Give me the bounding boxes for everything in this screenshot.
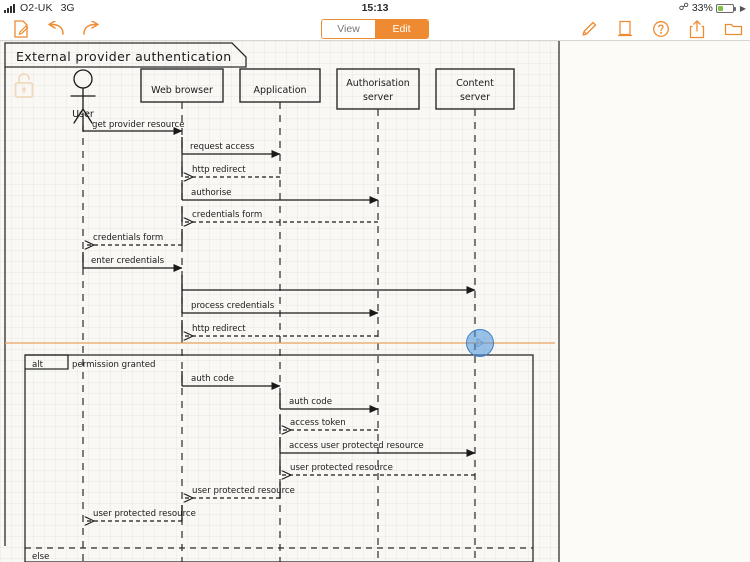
redo-icon[interactable] (80, 19, 102, 39)
editor-canvas-area[interactable]: External provider authentication User We… (0, 41, 750, 562)
message-label: enter credentials (91, 256, 165, 266)
message-label: access user protected resource (289, 441, 424, 451)
messages-group-alt: auth code auth code access token access … (85, 371, 476, 521)
page-title: External provider authentication (16, 49, 232, 64)
selection-drag-handle[interactable] (466, 329, 494, 357)
participant-label-authorisation-server-line1: Authorisation (346, 78, 410, 89)
tab-edit[interactable]: Edit (375, 20, 428, 38)
view-edit-mode-toggle[interactable]: View Edit (321, 19, 429, 39)
participant-label-content-server-line2: server (460, 92, 490, 103)
device-icon[interactable] (614, 19, 636, 39)
message-label: user protected resource (192, 486, 295, 496)
new-document-icon[interactable] (10, 19, 32, 39)
status-bar-right: ☍ 33% ▶ (679, 2, 746, 14)
participant-label-content-server-line1: Content (456, 78, 494, 89)
message-label: http redirect (192, 165, 246, 175)
message-arrow[interactable] (181, 275, 476, 294)
participant-box-content-server[interactable] (435, 68, 515, 110)
folder-icon[interactable] (722, 19, 744, 39)
battery-icon (715, 3, 736, 13)
message-label: user protected resource (93, 509, 196, 519)
charging-bolt-icon: ▶ (739, 3, 746, 13)
message-label: user protected resource (290, 463, 393, 473)
pencil-icon[interactable] (578, 19, 600, 39)
message-label: http redirect (192, 324, 246, 334)
participant-label-authorisation-server-line2: server (363, 92, 393, 103)
message-label: credentials form (192, 210, 262, 220)
play-handle-icon (476, 338, 485, 348)
status-bar: O2-UK 3G 15:13 ☍ 33% ▶ (0, 0, 750, 16)
bluetooth-icon: ☍ (678, 2, 689, 13)
message-label: request access (190, 142, 255, 152)
message-label: process credentials (191, 301, 275, 311)
participant-label-web-browser: Web browser (151, 85, 213, 96)
diagram-vector-layer: External provider authentication User We… (4, 42, 555, 562)
undo-icon[interactable] (45, 19, 67, 39)
fragment-else-label: else (32, 552, 49, 562)
fragment-operator-label: alt (32, 360, 44, 370)
participant-box-authorisation-server[interactable] (336, 68, 420, 110)
fragment-guard-label: permission granted (72, 360, 155, 370)
messages-group: get provider resource request access htt… (82, 113, 476, 336)
message-label: auth code (289, 397, 332, 407)
participant-label-application: Application (253, 85, 306, 96)
tab-view[interactable]: View (322, 20, 375, 38)
sequence-diagram-canvas[interactable]: External provider authentication User We… (0, 41, 560, 562)
message-label: authorise (191, 188, 231, 198)
battery-percent-label: 33% (691, 2, 713, 14)
help-icon[interactable] (650, 19, 672, 39)
message-label: auth code (191, 374, 234, 384)
app-toolbar: View Edit (0, 16, 750, 41)
diagram-title-frame (4, 42, 247, 546)
share-icon[interactable] (686, 19, 708, 39)
status-bar-clock: 15:13 (361, 2, 389, 14)
message-label: access token (290, 418, 346, 428)
message-label: credentials form (93, 233, 163, 243)
message-label: get provider resource (92, 120, 185, 130)
